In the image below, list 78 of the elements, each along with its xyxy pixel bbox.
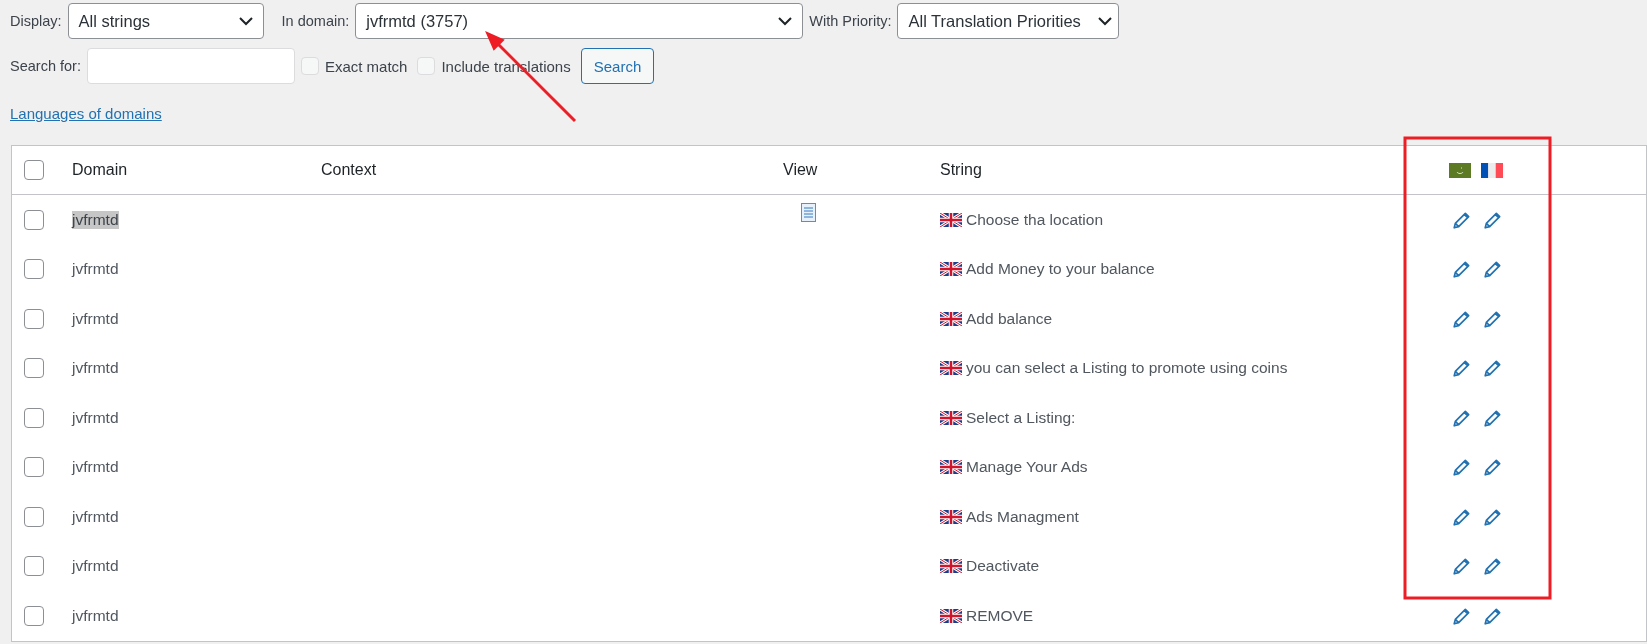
domain-cell-text: jvfrmtd xyxy=(72,408,120,427)
domain-cell-text: jvfrmtd xyxy=(72,458,120,477)
pencil-icon[interactable] xyxy=(1483,259,1503,280)
domain-label: In domain: xyxy=(281,13,350,29)
row-checkbox[interactable] xyxy=(24,407,44,428)
row-checkbox[interactable] xyxy=(24,556,44,577)
uk-flag-icon xyxy=(940,410,962,425)
pencil-icon[interactable] xyxy=(1452,308,1472,329)
string-text: Ads Managment xyxy=(966,507,1079,526)
france-flag-icon xyxy=(1481,162,1503,178)
uk-flag-icon xyxy=(940,509,962,524)
pencil-icon[interactable] xyxy=(1483,407,1503,428)
uk-flag-icon xyxy=(940,262,962,277)
pencil-icon[interactable] xyxy=(1452,259,1472,280)
column-header: Domain xyxy=(72,161,129,179)
pencil-icon[interactable] xyxy=(1483,605,1503,626)
domain-cell-text: jvfrmtd xyxy=(72,309,120,328)
row-checkbox[interactable] xyxy=(24,209,44,230)
document-icon[interactable] xyxy=(801,203,816,222)
display-dropdown[interactable]: All strings xyxy=(67,3,264,39)
domain-cell: jvfrmtd xyxy=(72,210,119,229)
pencil-icon[interactable] xyxy=(1483,556,1503,577)
display-label: Display: xyxy=(10,13,62,29)
arabic-flag-icon xyxy=(1449,162,1471,178)
uk-flag-icon xyxy=(940,212,962,227)
languages-link[interactable]: Languages of domains xyxy=(10,105,162,122)
pencil-icon[interactable] xyxy=(1483,308,1503,329)
uk-flag-icon xyxy=(940,608,962,623)
search-button[interactable]: Search xyxy=(580,48,655,84)
string-text: Deactivate xyxy=(966,557,1040,576)
column-header: View xyxy=(783,161,819,179)
string-text: Manage Your Ads xyxy=(966,458,1088,477)
string-text: Add balance xyxy=(966,309,1053,328)
row-checkbox[interactable] xyxy=(24,358,44,379)
row-checkbox[interactable] xyxy=(24,259,44,280)
pencil-icon[interactable] xyxy=(1483,358,1503,379)
domain-cell-text: jvfrmtd xyxy=(72,557,120,576)
domain-cell-text: jvfrmtd xyxy=(72,359,120,378)
search-label: Search for: xyxy=(10,58,81,74)
exact-match-checkbox[interactable] xyxy=(300,57,319,75)
search-field[interactable] xyxy=(86,48,295,84)
priority-dropdown[interactable]: All Translation Priorities xyxy=(897,3,1120,39)
domain-cell-text: jvfrmtd xyxy=(72,507,120,526)
row-checkbox[interactable] xyxy=(24,457,44,478)
pencil-icon[interactable] xyxy=(1452,209,1472,230)
chevron-icon xyxy=(778,16,793,26)
uk-flag-icon xyxy=(940,361,962,376)
include-translations-checkbox[interactable] xyxy=(417,57,436,75)
pencil-icon[interactable] xyxy=(1452,457,1472,478)
pencil-icon[interactable] xyxy=(1452,556,1472,577)
domain-dropdown[interactable]: jvfrmtd (3757) xyxy=(355,3,804,39)
pencil-icon[interactable] xyxy=(1483,457,1503,478)
priority-label: With Priority: xyxy=(809,13,892,29)
uk-flag-icon xyxy=(940,460,962,475)
pencil-icon[interactable] xyxy=(1452,506,1472,527)
chevron-icon xyxy=(1098,16,1113,26)
pencil-icon[interactable] xyxy=(1483,506,1503,527)
string-text: you can select a Listing to promote using coins xyxy=(966,359,1288,378)
row-checkbox[interactable] xyxy=(24,308,44,329)
domain-cell-text: jvfrmtd xyxy=(72,260,120,279)
pencil-icon[interactable] xyxy=(1452,407,1472,428)
column-header: String xyxy=(940,161,983,179)
string-text: Add Money to your balance xyxy=(966,260,1155,279)
row-checkbox[interactable] xyxy=(24,605,44,626)
column-header: Context xyxy=(321,161,378,179)
pencil-icon[interactable] xyxy=(1452,358,1472,379)
row-checkbox[interactable] xyxy=(24,506,44,527)
uk-flag-icon xyxy=(940,559,962,574)
string-text: Select a Listing: xyxy=(966,408,1076,427)
string-text: REMOVE xyxy=(966,606,1034,625)
exact-match-label: Exact match xyxy=(324,57,408,75)
pencil-icon[interactable] xyxy=(1483,209,1503,230)
domain-cell-text: jvfrmtd xyxy=(72,606,120,625)
chevron-icon xyxy=(238,16,253,26)
string-text: Choose tha location xyxy=(966,210,1103,229)
uk-flag-icon xyxy=(940,311,962,326)
select-all-checkbox[interactable] xyxy=(24,160,44,180)
pencil-icon[interactable] xyxy=(1452,605,1472,626)
